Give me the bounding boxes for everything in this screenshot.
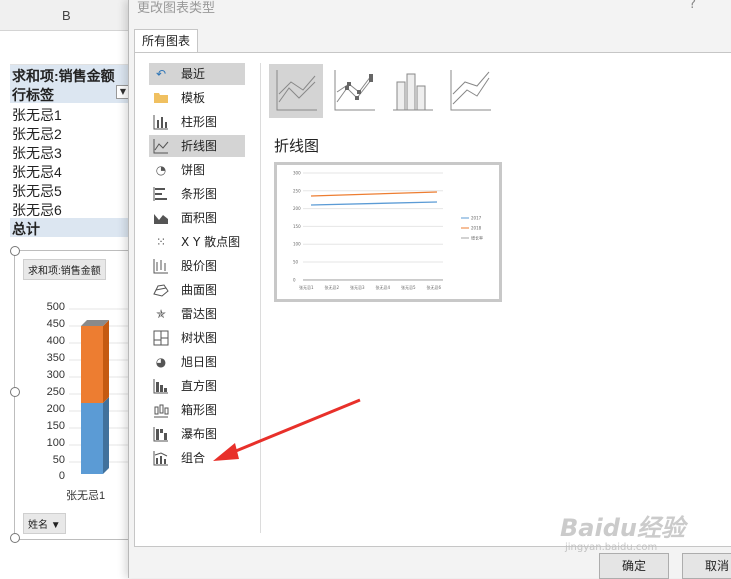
resize-handle[interactable]: [10, 387, 20, 397]
pivot-title: 求和项:销售金额: [12, 68, 115, 84]
y-tick: 250: [46, 386, 65, 398]
watermark-logo: Baidu经验: [560, 514, 685, 542]
resize-handle[interactable]: [10, 246, 20, 256]
change-chart-type-dialog[interactable]: 更改图表类型 ? 所有图表 ↶ 最近 模板 柱形图 折线图 ◔ 饼图 条形图 面…: [128, 0, 731, 579]
row-label: 行标签: [12, 87, 54, 103]
preview-legend: 2017 2018 增长率: [461, 216, 483, 241]
y-tick: 200: [46, 403, 65, 415]
cancel-button[interactable]: 取消: [682, 553, 731, 579]
y-tick: 50: [52, 454, 65, 466]
column-header-label: B: [62, 8, 71, 23]
axis-field-button[interactable]: 姓名 ▼: [23, 513, 66, 534]
help-button[interactable]: ?: [689, 0, 696, 12]
dialog-panel: ↶ 最近 模板 柱形图 折线图 ◔ 饼图 条形图 面积图 ⁙ X Y 散点图 股…: [134, 52, 731, 547]
pivot-row[interactable]: 张无忌1: [12, 105, 62, 125]
y-tick: 100: [46, 437, 65, 449]
axis-field-label: 姓名: [28, 520, 48, 531]
legend-2017: 2017: [471, 216, 482, 221]
column-header[interactable]: B: [0, 0, 140, 31]
legend-growth: 增长率: [471, 235, 483, 241]
subtype-stacked-line[interactable]: [443, 64, 497, 118]
pivot-row[interactable]: 张无忌3: [12, 143, 62, 163]
y-tick: 0: [58, 470, 65, 482]
x-tick: 张无忌1: [66, 490, 106, 502]
preview-x-tick: 张无忌6: [427, 284, 442, 290]
legend-2018: 2018: [471, 226, 482, 231]
bar-segment-series1: [81, 403, 103, 474]
y-tick: 300: [46, 369, 65, 381]
watermark-url: jingyan.baidu.com: [565, 542, 658, 553]
preview-x-tick: 张无忌5: [401, 284, 416, 290]
y-tick: 150: [46, 420, 65, 432]
total-label: 总计: [12, 221, 40, 237]
bar-side-series1: [103, 397, 109, 474]
annotation-arrow: [213, 398, 361, 461]
total-row[interactable]: 总计: [10, 218, 140, 237]
tab-all-charts[interactable]: 所有图表: [134, 29, 199, 52]
y-tick: 450: [46, 318, 65, 330]
value-field-button[interactable]: 求和项:销售金额: [23, 259, 106, 280]
pivot-row[interactable]: 张无忌4: [12, 162, 62, 182]
ok-button[interactable]: 确定: [599, 553, 669, 579]
resize-handle[interactable]: [10, 533, 20, 543]
bar-side-series2: [103, 320, 109, 403]
pivot-title-row[interactable]: 求和项:销售金额: [10, 65, 140, 85]
bar-segment-series2: [81, 326, 103, 403]
y-tick: 400: [46, 335, 65, 347]
pivot-row[interactable]: 张无忌6: [12, 200, 62, 220]
stacked-line-subtype-icon: [450, 70, 491, 111]
dialog-title: 更改图表类型: [137, 1, 216, 16]
pivot-chart[interactable]: 求和项:销售金额 500 450 400 350 300 250 200 150…: [14, 250, 146, 540]
pivot-row[interactable]: 张无忌5: [12, 181, 62, 201]
pivot-row[interactable]: 张无忌2: [12, 124, 62, 144]
y-tick: 350: [46, 352, 65, 364]
y-tick: 500: [46, 301, 65, 313]
grid-row: [10, 44, 140, 65]
